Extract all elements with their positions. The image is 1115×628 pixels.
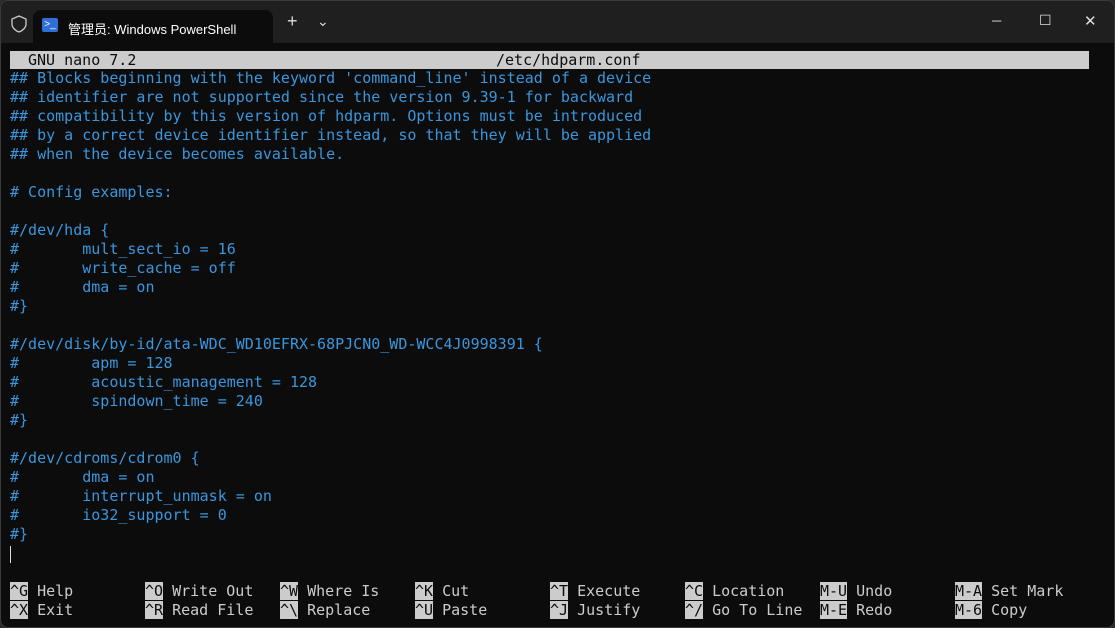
tab-dropdown-button[interactable]: ⌄ [317, 13, 329, 30]
editor-line: # mult_sect_io = 16 [10, 240, 236, 258]
shortcut-key: M-A [955, 582, 983, 600]
editor-line: # interrupt_unmask = on [10, 487, 272, 505]
shortcut-label: Write Out [172, 582, 254, 600]
shortcut-write-out[interactable]: ^O Write Out [145, 582, 253, 601]
terminal-content[interactable]: GNU nano 7.2/etc/hdparm.conf ## Blocks b… [1, 43, 1114, 627]
shortcut-key: ^J [550, 601, 569, 619]
shortcut-key: ^W [280, 582, 299, 600]
shortcut-go-to-line[interactable]: ^/ Go To Line [685, 601, 802, 620]
editor-line: # dma = on [10, 278, 155, 296]
shortcut-cut[interactable]: ^K Cut [415, 582, 469, 601]
new-tab-button[interactable]: + [287, 11, 298, 32]
shortcut-key: ^K [415, 582, 434, 600]
nano-header: GNU nano 7.2/etc/hdparm.conf [10, 51, 1089, 69]
shortcut-location[interactable]: ^C Location [685, 582, 784, 601]
shortcut-paste[interactable]: ^U Paste [415, 601, 487, 620]
shortcut-key: ^O [145, 582, 164, 600]
shortcut-label: Copy [991, 601, 1028, 619]
shortcut-label: Where Is [307, 582, 380, 600]
editor-line: ## compatibility by this version of hdpa… [10, 107, 643, 125]
maximize-button[interactable]: ☐ [1039, 12, 1052, 29]
editor-line: ## by a correct device identifier instea… [10, 126, 652, 144]
editor-line: #} [10, 525, 29, 543]
shortcut-redo[interactable]: M-E Redo [820, 601, 892, 620]
shortcut-key: M-6 [955, 601, 983, 619]
editor-line: # write_cache = off [10, 259, 236, 277]
shortcut-exit[interactable]: ^X Exit [10, 601, 73, 620]
close-button[interactable]: ✕ [1084, 12, 1097, 30]
shortcut-label: Undo [856, 582, 893, 600]
minimize-button[interactable]: ─ [992, 13, 1001, 28]
terminal-window: >_ 管理员: Windows PowerShell + ⌄ ─ ☐ ✕ GNU… [0, 0, 1115, 628]
editor-line: ## Blocks beginning with the keyword 'co… [10, 69, 652, 87]
shortcut-label: Paste [442, 601, 488, 619]
shortcut-key: M-U [820, 582, 848, 600]
shortcut-label: Go To Line [712, 601, 803, 619]
shortcut-key: ^/ [685, 601, 704, 619]
editor-line: #/dev/disk/by-id/ata-WDC_WD10EFRX-68PJCN… [10, 335, 543, 353]
shortcut-label: Exit [37, 601, 74, 619]
editor-line: ## when the device becomes available. [10, 145, 345, 163]
editor-line: # io32_support = 0 [10, 506, 227, 524]
text-cursor [10, 546, 11, 563]
shortcut-key: ^C [685, 582, 704, 600]
editor-line: #/dev/cdroms/cdrom0 { [10, 449, 200, 467]
nano-version: GNU nano 7.2 [28, 51, 137, 69]
shortcut-where-is[interactable]: ^W Where Is [280, 582, 379, 601]
shortcut-key: ^R [145, 601, 164, 619]
editor-line: #} [10, 297, 29, 315]
shortcut-label: Read File [172, 601, 254, 619]
shortcut-key: ^T [550, 582, 569, 600]
editor-line: # apm = 128 [10, 354, 173, 372]
shortcut-key: ^U [415, 601, 434, 619]
editor-line: # spindown_time = 240 [10, 392, 263, 410]
title-bar: >_ 管理员: Windows PowerShell + ⌄ ─ ☐ ✕ [1, 1, 1114, 43]
editor-line: # Config examples: [10, 183, 173, 201]
shortcut-label: Justify [577, 601, 641, 619]
editor-line: #} [10, 411, 29, 429]
shortcut-key: ^G [10, 582, 29, 600]
shortcut-key: M-E [820, 601, 848, 619]
editor-line: #/dev/hda { [10, 221, 110, 239]
shortcut-undo[interactable]: M-U Undo [820, 582, 892, 601]
shortcut-label: Execute [577, 582, 641, 600]
shortcut-key: ^\ [280, 601, 299, 619]
nano-filename: /etc/hdparm.conf [496, 51, 641, 69]
shortcut-read-file[interactable]: ^R Read File [145, 601, 253, 620]
shortcut-justify[interactable]: ^J Justify [550, 601, 640, 620]
shortcut-label: Set Mark [991, 582, 1064, 600]
shortcut-label: Replace [307, 601, 371, 619]
shortcut-key: ^X [10, 601, 29, 619]
powershell-icon: >_ [42, 18, 58, 32]
shortcut-label: Cut [442, 582, 470, 600]
tab-title: 管理员: Windows PowerShell [68, 22, 237, 37]
tab-powershell[interactable]: >_ 管理员: Windows PowerShell [33, 10, 273, 43]
shortcut-label: Redo [856, 601, 893, 619]
editor-line: ## identifier are not supported since th… [10, 88, 634, 106]
shield-icon [11, 15, 27, 33]
shortcut-copy[interactable]: M-6 Copy [955, 601, 1027, 620]
shortcut-execute[interactable]: ^T Execute [550, 582, 640, 601]
shortcut-set-mark[interactable]: M-A Set Mark [955, 582, 1063, 601]
editor-line: # acoustic_management = 128 [10, 373, 318, 391]
shortcut-replace[interactable]: ^\ Replace [280, 601, 370, 620]
editor-line: # dma = on [10, 468, 155, 486]
shortcut-help[interactable]: ^G Help [10, 582, 73, 601]
shortcut-label: Help [37, 582, 74, 600]
shortcut-label: Location [712, 582, 785, 600]
